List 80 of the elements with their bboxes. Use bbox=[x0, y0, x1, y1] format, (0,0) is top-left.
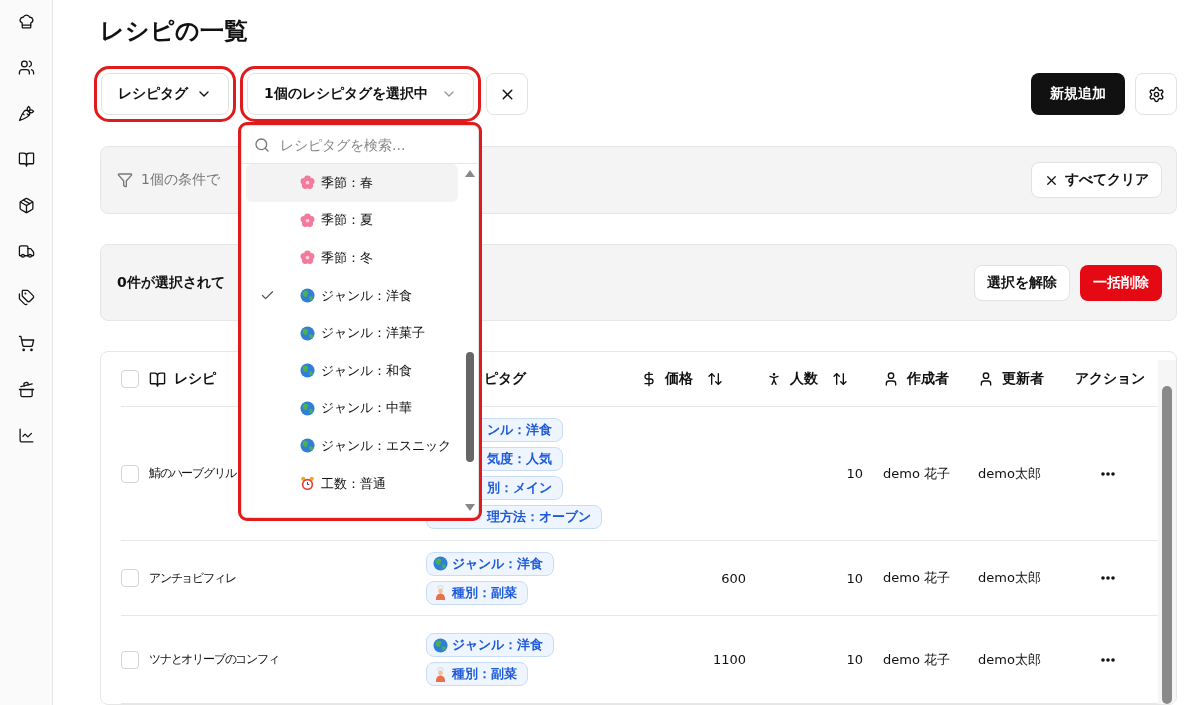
checkbox[interactable] bbox=[121, 650, 139, 669]
settings-icon bbox=[1147, 85, 1165, 103]
book-icon bbox=[17, 151, 35, 168]
column-header: レシピ bbox=[149, 370, 216, 389]
search-icon bbox=[254, 136, 270, 153]
flower-icon bbox=[300, 212, 315, 228]
filter-summary: 1個の条件で bbox=[141, 171, 220, 189]
clear-all-button[interactable]: すべてクリア bbox=[1031, 162, 1162, 198]
globe-icon bbox=[433, 637, 448, 653]
cook-icon bbox=[433, 585, 448, 601]
truck-icon bbox=[17, 243, 35, 260]
column-header: 価格 bbox=[641, 370, 693, 389]
flower-icon bbox=[300, 250, 315, 266]
flower-icon bbox=[300, 175, 315, 191]
more-icon bbox=[1101, 576, 1115, 581]
globe-icon bbox=[433, 556, 448, 572]
book-icon bbox=[149, 370, 166, 388]
tag-pill: 種別：副菜 bbox=[426, 580, 528, 605]
price-cell-text: 1100 bbox=[711, 652, 747, 668]
more-icon bbox=[1101, 471, 1115, 476]
recipe-name: アンチョビフィレ bbox=[149, 569, 237, 587]
tag-option[interactable]: 季節：春 bbox=[246, 164, 458, 202]
tags-icon bbox=[17, 289, 35, 306]
carrot-icon bbox=[17, 105, 35, 122]
tag-option[interactable]: ジャンル：洋菓子 bbox=[246, 314, 458, 352]
tag-option[interactable]: 季節：夏 bbox=[246, 201, 458, 240]
column-header: 人数 bbox=[766, 370, 818, 389]
people-cell-text: 10 bbox=[845, 466, 864, 482]
users-icon bbox=[17, 59, 35, 76]
updater-cell-text: demo太郎 bbox=[978, 650, 1042, 669]
deselect-button[interactable]: 選択を解除 bbox=[974, 264, 1070, 301]
filter-icon bbox=[117, 172, 133, 188]
page-title: レシピの一覧 bbox=[100, 16, 249, 47]
creator-cell-text: demo 花子 bbox=[883, 650, 951, 669]
people-cell-text: 10 bbox=[845, 652, 864, 668]
settings-button[interactable] bbox=[1135, 73, 1177, 115]
updater-cell-text: demo太郎 bbox=[978, 569, 1042, 588]
close-button[interactable] bbox=[486, 73, 528, 115]
globe-icon bbox=[300, 288, 315, 304]
cart-icon bbox=[17, 335, 35, 352]
recipe-name: ツナとオリーブのコンフィ bbox=[149, 651, 280, 669]
column-header: アクション bbox=[1075, 370, 1145, 389]
selection-count: 0件が選択されて bbox=[117, 273, 225, 292]
people-cell-text: 10 bbox=[845, 570, 864, 586]
globe-icon bbox=[300, 325, 315, 341]
user-icon bbox=[978, 371, 994, 388]
person-icon bbox=[766, 371, 782, 388]
sort-icon[interactable] bbox=[832, 371, 848, 388]
globe-icon bbox=[300, 400, 315, 416]
price-cell-text: 600 bbox=[720, 570, 747, 586]
tag-pill: ジャンル：洋食 bbox=[426, 633, 554, 658]
checkbox[interactable] bbox=[121, 464, 139, 483]
globe-icon bbox=[300, 363, 315, 379]
add-new-button[interactable]: 新規追加 bbox=[1031, 73, 1125, 115]
chef-hat-icon bbox=[17, 13, 35, 30]
column-header: 更新者 bbox=[978, 370, 1044, 389]
dollar-icon bbox=[641, 371, 657, 388]
tag-pill: 種別：副菜 bbox=[426, 662, 528, 687]
tag-option[interactable]: 季節：冬 bbox=[246, 239, 458, 277]
tag-pill: ジャンル：洋食 bbox=[426, 551, 554, 576]
checkbox[interactable] bbox=[121, 370, 139, 389]
user-icon bbox=[883, 371, 899, 388]
column-header: ピタグ bbox=[484, 370, 526, 389]
package-icon bbox=[17, 197, 35, 214]
scrollbar[interactable] bbox=[1158, 360, 1176, 704]
column-header: 作成者 bbox=[883, 370, 949, 389]
tag-option[interactable]: ジャンル：和食 bbox=[246, 351, 458, 390]
sort-icon[interactable] bbox=[707, 371, 723, 388]
bulk-delete-button[interactable]: 一括削除 bbox=[1080, 264, 1162, 301]
updater-cell-text: demo太郎 bbox=[978, 464, 1042, 483]
alarm-clock-icon bbox=[300, 476, 315, 492]
creator-cell-text: demo 花子 bbox=[883, 569, 951, 588]
creator-cell-text: demo 花子 bbox=[883, 464, 951, 483]
cooking-pot-icon bbox=[17, 381, 35, 398]
more-icon bbox=[1101, 657, 1115, 662]
globe-icon bbox=[300, 438, 315, 454]
cook-icon bbox=[433, 666, 448, 682]
line-chart-icon bbox=[17, 427, 35, 444]
tag-option[interactable]: ジャンル：洋食 bbox=[246, 276, 458, 315]
checkbox[interactable] bbox=[121, 569, 139, 588]
